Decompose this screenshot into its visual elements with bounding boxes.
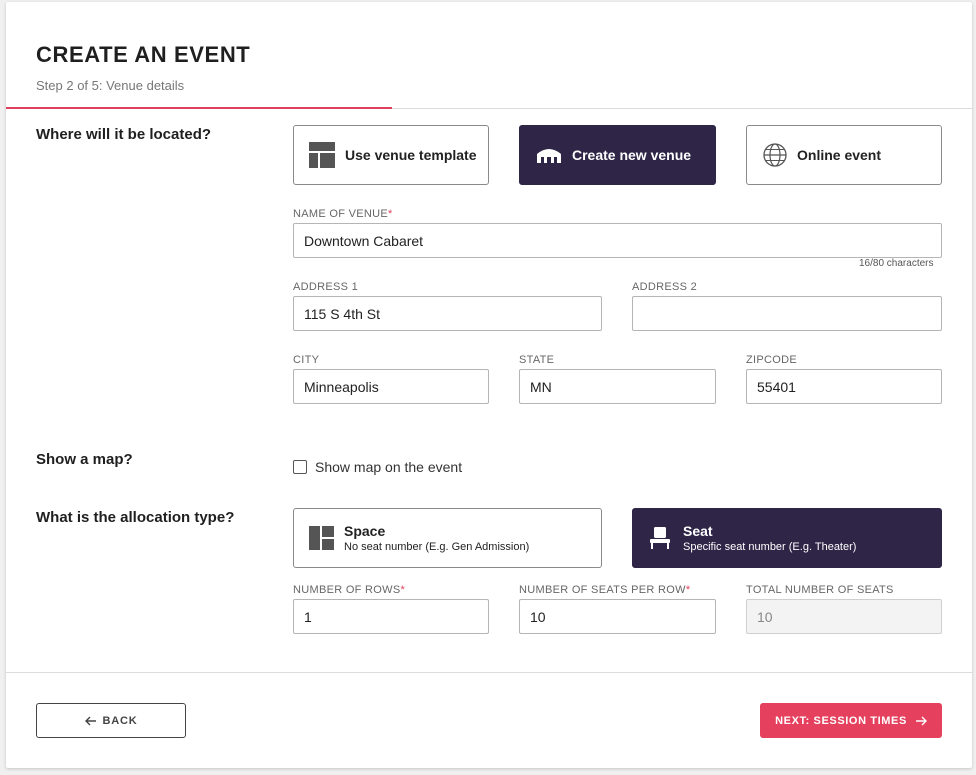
back-button[interactable]: BACK bbox=[36, 703, 186, 738]
show-map-label[interactable]: Show map on the event bbox=[315, 459, 462, 475]
venue-name-input[interactable] bbox=[293, 223, 942, 258]
map-question: Show a map? bbox=[36, 451, 133, 468]
footer-divider bbox=[6, 672, 972, 673]
use-venue-template-button[interactable]: Use venue template bbox=[293, 125, 489, 185]
address2-input[interactable] bbox=[632, 296, 942, 331]
state-input[interactable] bbox=[519, 369, 716, 404]
next-button-label: NEXT: SESSION TIMES bbox=[775, 714, 907, 727]
event-form-card: CREATE AN EVENT Step 2 of 5: Venue detai… bbox=[6, 2, 972, 768]
allocation-space-subtitle: No seat number (E.g. Gen Admission) bbox=[344, 541, 530, 553]
address2-label: ADDRESS 2 bbox=[632, 281, 698, 293]
location-question: Where will it be located? bbox=[36, 126, 212, 143]
state-label: STATE bbox=[519, 354, 555, 366]
space-layout-icon bbox=[309, 526, 334, 550]
total-seats-label: TOTAL NUMBER OF SEATS bbox=[746, 584, 894, 596]
allocation-space-text: Space No seat number (E.g. Gen Admission… bbox=[344, 523, 529, 553]
rows-label: NUMBER OF ROWS* bbox=[293, 584, 406, 596]
arrow-left-icon bbox=[84, 716, 96, 725]
rows-input[interactable] bbox=[293, 599, 489, 634]
city-label: CITY bbox=[293, 354, 320, 366]
allocation-seat-text: Seat Specific seat number (E.g. Theater) bbox=[683, 523, 856, 553]
total-seats-input bbox=[746, 599, 942, 634]
allocation-seat-button[interactable]: Seat Specific seat number (E.g. Theater) bbox=[632, 508, 942, 568]
zipcode-label: ZIPCODE bbox=[746, 354, 797, 366]
page-title: CREATE AN EVENT bbox=[36, 42, 251, 67]
seats-per-row-input[interactable] bbox=[519, 599, 716, 634]
step-indicator: Step 2 of 5: Venue details bbox=[36, 78, 185, 93]
address1-label: ADDRESS 1 bbox=[293, 281, 359, 293]
globe-icon bbox=[763, 143, 787, 167]
seat-icon bbox=[650, 527, 670, 549]
back-button-label: BACK bbox=[102, 714, 138, 727]
create-new-venue-label: Create new venue bbox=[572, 147, 692, 163]
zipcode-input[interactable] bbox=[746, 369, 942, 404]
use-venue-template-label: Use venue template bbox=[345, 147, 477, 163]
venue-name-char-count: 16/80 characters bbox=[859, 258, 934, 269]
progress-bar-fill bbox=[6, 107, 393, 109]
allocation-seat-title: Seat bbox=[683, 523, 713, 539]
next-session-times-button[interactable]: NEXT: SESSION TIMES bbox=[760, 703, 942, 738]
online-event-label: Online event bbox=[797, 147, 882, 163]
venue-name-label: NAME OF VENUE* bbox=[293, 208, 393, 220]
online-event-button[interactable]: Online event bbox=[746, 125, 942, 185]
show-map-checkbox[interactable] bbox=[293, 460, 307, 474]
allocation-space-title: Space bbox=[344, 523, 386, 539]
address1-input[interactable] bbox=[293, 296, 602, 331]
allocation-seat-subtitle: Specific seat number (E.g. Theater) bbox=[683, 541, 857, 553]
create-new-venue-button[interactable]: Create new venue bbox=[519, 125, 716, 185]
seats-per-row-label: NUMBER OF SEATS PER ROW* bbox=[519, 584, 691, 596]
allocation-space-button[interactable]: Space No seat number (E.g. Gen Admission… bbox=[293, 508, 602, 568]
stadium-icon bbox=[537, 149, 561, 163]
venue-template-icon bbox=[309, 142, 335, 168]
arrow-right-icon bbox=[915, 716, 927, 725]
city-input[interactable] bbox=[293, 369, 489, 404]
allocation-question: What is the allocation type? bbox=[36, 509, 235, 526]
